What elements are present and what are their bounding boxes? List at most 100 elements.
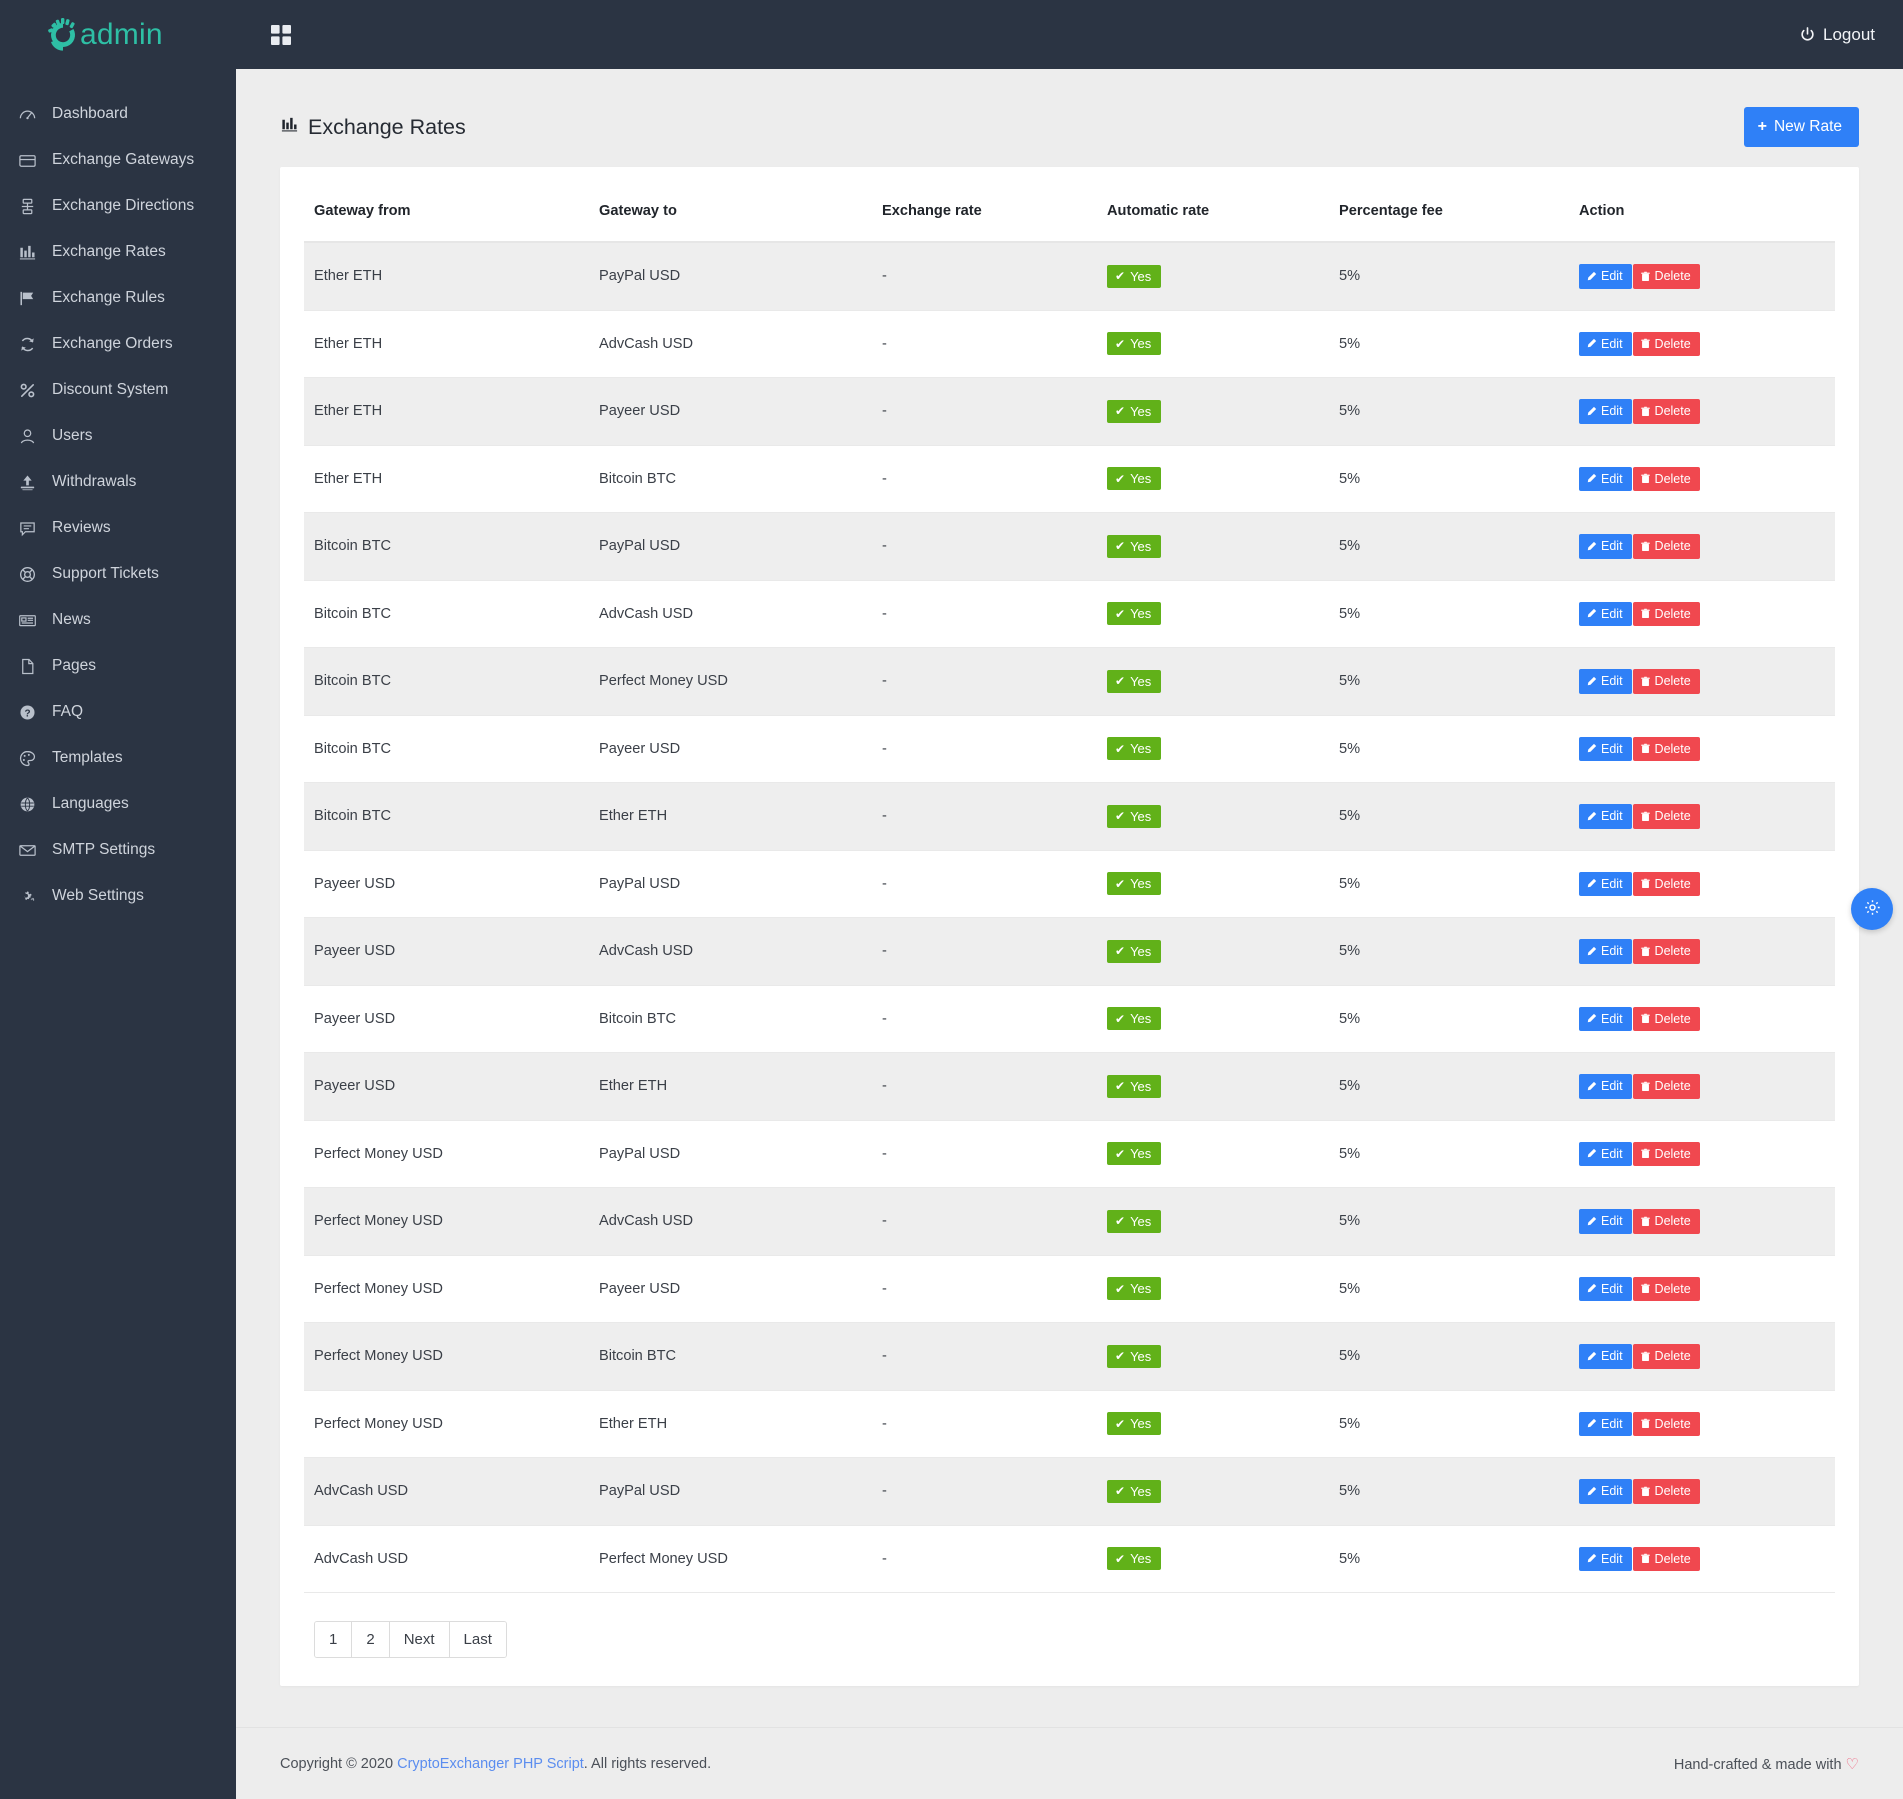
delete-label: Delete: [1654, 1551, 1691, 1566]
delete-button[interactable]: Delete: [1632, 1344, 1700, 1369]
sidebar-item-exchange-rates[interactable]: Exchange Rates: [0, 229, 236, 275]
pagination: 1 2 Next Last: [314, 1621, 507, 1658]
edit-button[interactable]: Edit: [1579, 534, 1632, 559]
cell-automatic-rate: ✔ Yes: [1097, 1390, 1329, 1458]
pagination-item[interactable]: Next: [389, 1622, 450, 1657]
trash-icon: [1640, 1148, 1651, 1159]
sidebar-item-exchange-directions[interactable]: Exchange Directions: [0, 183, 236, 229]
cell-gateway-from: Perfect Money USD: [304, 1120, 589, 1188]
sidebar-item-support-tickets[interactable]: Support Tickets: [0, 551, 236, 597]
sidebar-item-languages[interactable]: Languages: [0, 781, 236, 827]
sidebar-item-exchange-orders[interactable]: Exchange Orders: [0, 321, 236, 367]
brand-logo: admin: [40, 12, 163, 58]
delete-button[interactable]: Delete: [1632, 601, 1700, 626]
edit-button[interactable]: Edit: [1579, 331, 1632, 356]
sidebar-item-reviews[interactable]: Reviews: [0, 505, 236, 551]
delete-label: Delete: [1654, 539, 1691, 553]
edit-button[interactable]: Edit: [1579, 1141, 1632, 1166]
trash-icon: [1640, 1351, 1651, 1362]
brand[interactable]: admin: [0, 0, 236, 69]
column-header-action: Action: [1569, 191, 1835, 243]
action-buttons: Edit Delete: [1579, 1276, 1825, 1301]
edit-button[interactable]: Edit: [1579, 601, 1632, 626]
sidebar-item-news[interactable]: News: [0, 597, 236, 643]
check-icon: ✔: [1115, 606, 1126, 621]
delete-button[interactable]: Delete: [1632, 939, 1700, 964]
sidebar-item-templates[interactable]: Templates: [0, 735, 236, 781]
sidebar-item-faq[interactable]: ? FAQ: [0, 689, 236, 735]
cell-gateway-to: AdvCash USD: [589, 310, 872, 378]
delete-button[interactable]: Delete: [1632, 466, 1700, 491]
edit-label: Edit: [1601, 471, 1623, 486]
edit-button[interactable]: Edit: [1579, 1209, 1632, 1234]
delete-button[interactable]: Delete: [1632, 399, 1700, 424]
delete-button[interactable]: Delete: [1632, 534, 1700, 559]
delete-button[interactable]: Delete: [1632, 1006, 1700, 1031]
grid-squares-icon[interactable]: [270, 24, 292, 46]
delete-button[interactable]: Delete: [1632, 804, 1700, 829]
edit-button[interactable]: Edit: [1579, 1479, 1632, 1504]
footer-link[interactable]: CryptoExchanger PHP Script: [397, 1756, 584, 1772]
edit-button[interactable]: Edit: [1579, 1006, 1632, 1031]
cell-action: Edit Delete: [1569, 1457, 1835, 1526]
delete-button[interactable]: Delete: [1632, 1074, 1700, 1099]
settings-fab-button[interactable]: [1851, 888, 1893, 930]
edit-button[interactable]: Edit: [1579, 1276, 1632, 1301]
sidebar-item-exchange-rules[interactable]: Exchange Rules: [0, 275, 236, 321]
edit-button[interactable]: Edit: [1579, 264, 1632, 289]
delete-button[interactable]: Delete: [1632, 871, 1700, 896]
delete-button[interactable]: Delete: [1632, 736, 1700, 761]
edit-button[interactable]: Edit: [1579, 669, 1632, 694]
edit-button[interactable]: Edit: [1579, 1411, 1632, 1436]
edit-button[interactable]: Edit: [1579, 871, 1632, 896]
table-header-row: Gateway from Gateway to Exchange rate Au…: [304, 191, 1835, 243]
sidebar-item-withdrawals[interactable]: Withdrawals: [0, 459, 236, 505]
delete-button[interactable]: Delete: [1632, 1411, 1700, 1436]
delete-label: Delete: [1654, 1079, 1691, 1093]
delete-button[interactable]: Delete: [1632, 264, 1700, 289]
speedometer-icon: [18, 105, 52, 124]
pagination-item[interactable]: 2: [352, 1622, 390, 1657]
delete-button[interactable]: Delete: [1632, 1546, 1700, 1571]
sidebar-item-smtp-settings[interactable]: SMTP Settings: [0, 827, 236, 873]
sidebar-item-discount-system[interactable]: Discount System: [0, 367, 236, 413]
cell-percentage-fee: 5%: [1329, 715, 1569, 783]
delete-button[interactable]: Delete: [1632, 1209, 1700, 1234]
edit-label: Edit: [1601, 404, 1623, 418]
check-icon: ✔: [1115, 876, 1126, 891]
edit-button[interactable]: Edit: [1579, 399, 1632, 424]
edit-button[interactable]: Edit: [1579, 939, 1632, 964]
sidebar-item-pages[interactable]: Pages: [0, 643, 236, 689]
delete-button[interactable]: Delete: [1632, 1479, 1700, 1504]
new-rate-button[interactable]: + New Rate: [1743, 107, 1859, 147]
sidebar-item-exchange-gateways[interactable]: Exchange Gateways: [0, 137, 236, 183]
pagination-item[interactable]: 1: [315, 1622, 353, 1657]
sidebar-item-dashboard[interactable]: Dashboard: [0, 91, 236, 137]
sidebar-item-users[interactable]: Users: [0, 413, 236, 459]
edit-button[interactable]: Edit: [1579, 736, 1632, 761]
edit-button[interactable]: Edit: [1579, 466, 1632, 491]
delete-button[interactable]: Delete: [1632, 1276, 1700, 1301]
svg-text:?: ?: [24, 708, 30, 719]
pencil-icon: [1586, 406, 1597, 417]
cell-gateway-to: PayPal USD: [589, 1120, 872, 1188]
edit-button[interactable]: Edit: [1579, 1074, 1632, 1099]
check-icon: ✔: [1115, 336, 1126, 351]
table-row: AdvCash USD Perfect Money USD - ✔ Yes 5% Edit D…: [304, 1525, 1835, 1593]
delete-button[interactable]: Delete: [1632, 669, 1700, 694]
delete-button[interactable]: Delete: [1632, 1141, 1700, 1166]
cell-exchange-rate: -: [872, 850, 1097, 918]
delete-button[interactable]: Delete: [1632, 331, 1700, 356]
pencil-icon: [1586, 743, 1597, 754]
edit-button[interactable]: Edit: [1579, 1546, 1632, 1571]
edit-label: Edit: [1601, 1079, 1623, 1093]
edit-button[interactable]: Edit: [1579, 804, 1632, 829]
edit-button[interactable]: Edit: [1579, 1344, 1632, 1369]
exchange-rates-table: Gateway from Gateway to Exchange rate Au…: [304, 191, 1835, 1593]
pencil-icon: [1586, 676, 1597, 687]
logout-button[interactable]: Logout: [1799, 25, 1875, 45]
pagination-item[interactable]: Last: [449, 1622, 506, 1657]
edit-label: Edit: [1601, 876, 1623, 891]
sidebar-item-web-settings[interactable]: Web Settings: [0, 873, 236, 919]
table-row: Ether ETH AdvCash USD - ✔ Yes 5% Edit Delete: [304, 310, 1835, 378]
